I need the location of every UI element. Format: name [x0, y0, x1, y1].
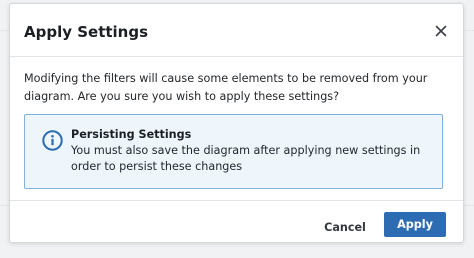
close-icon	[435, 25, 447, 37]
notice-text: You must also save the diagram after app…	[71, 144, 421, 173]
dialog-header: Apply Settings	[10, 4, 463, 57]
info-notice: Persisting Settings You must also save t…	[24, 114, 443, 189]
apply-settings-dialog: Apply Settings Modifying the filters wil…	[9, 3, 464, 243]
notice-title: Persisting Settings	[71, 128, 192, 141]
dialog-message: Modifying the filters will cause some el…	[24, 72, 428, 103]
cancel-button[interactable]: Cancel	[316, 215, 374, 239]
info-icon	[42, 130, 63, 151]
dialog-title: Apply Settings	[24, 23, 149, 41]
close-button[interactable]	[433, 23, 449, 39]
dialog-footer: Cancel Apply	[10, 200, 463, 244]
apply-button[interactable]: Apply	[384, 212, 446, 237]
